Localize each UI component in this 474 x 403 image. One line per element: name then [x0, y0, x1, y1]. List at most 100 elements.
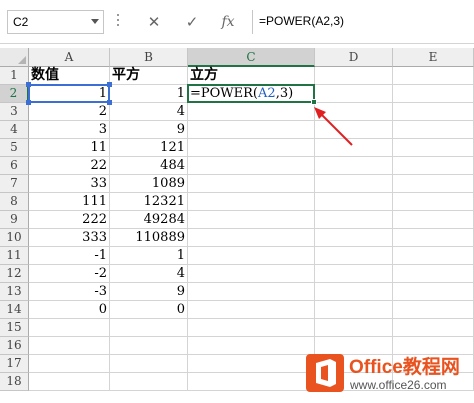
cell-e5[interactable]	[393, 139, 474, 157]
cell-d8[interactable]	[315, 193, 393, 211]
cell-b11[interactable]: 1	[110, 247, 188, 265]
cell-c7[interactable]	[188, 175, 315, 193]
cell-a7[interactable]: 33	[29, 175, 110, 193]
cell-a12[interactable]: -2	[29, 265, 110, 283]
cell-d13[interactable]	[315, 283, 393, 301]
cell-c1[interactable]: 立方	[188, 67, 315, 85]
cell-c3[interactable]	[188, 103, 315, 121]
cell-a14[interactable]: 0	[29, 301, 110, 319]
row-header-15[interactable]: 15	[0, 319, 29, 337]
formula-input[interactable]: =POWER(A2,3)	[252, 10, 474, 34]
cell-b13[interactable]: 9	[110, 283, 188, 301]
cell-a16[interactable]	[29, 337, 110, 355]
cell-e14[interactable]	[393, 301, 474, 319]
column-header-c[interactable]: C	[188, 48, 315, 67]
row-header-7[interactable]: 7	[0, 175, 29, 193]
cell-a1[interactable]: 数值	[29, 67, 110, 85]
cell-c10[interactable]	[188, 229, 315, 247]
row-header-16[interactable]: 16	[0, 337, 29, 355]
cell-a6[interactable]: 22	[29, 157, 110, 175]
row-header-13[interactable]: 13	[0, 283, 29, 301]
cell-a2[interactable]: 1	[29, 85, 110, 103]
cell-a15[interactable]	[29, 319, 110, 337]
cell-c8[interactable]	[188, 193, 315, 211]
cell-e9[interactable]	[393, 211, 474, 229]
cell-a3[interactable]: 2	[29, 103, 110, 121]
name-box[interactable]: C2	[7, 10, 104, 34]
cell-c4[interactable]	[188, 121, 315, 139]
cell-b3[interactable]: 4	[110, 103, 188, 121]
cell-b16[interactable]	[110, 337, 188, 355]
cell-b10[interactable]: 110889	[110, 229, 188, 247]
cell-e11[interactable]	[393, 247, 474, 265]
cell-d9[interactable]	[315, 211, 393, 229]
cell-c14[interactable]	[188, 301, 315, 319]
cell-e2[interactable]	[393, 85, 474, 103]
row-header-12[interactable]: 12	[0, 265, 29, 283]
row-header-9[interactable]: 9	[0, 211, 29, 229]
cell-e7[interactable]	[393, 175, 474, 193]
reference-handle-icon[interactable]	[107, 100, 112, 105]
cell-c18[interactable]	[188, 373, 315, 391]
cell-d6[interactable]	[315, 157, 393, 175]
cell-a9[interactable]: 222	[29, 211, 110, 229]
reference-handle-icon[interactable]	[26, 82, 31, 87]
cell-e1[interactable]	[393, 67, 474, 85]
cell-e13[interactable]	[393, 283, 474, 301]
cell-a8[interactable]: 111	[29, 193, 110, 211]
row-header-1[interactable]: 1	[0, 67, 29, 85]
cell-b18[interactable]	[110, 373, 188, 391]
column-header-d[interactable]: D	[315, 48, 393, 67]
row-header-18[interactable]: 18	[0, 373, 29, 391]
cell-c9[interactable]	[188, 211, 315, 229]
cell-d1[interactable]	[315, 67, 393, 85]
cell-a13[interactable]: -3	[29, 283, 110, 301]
row-header-4[interactable]: 4	[0, 121, 29, 139]
cell-a4[interactable]: 3	[29, 121, 110, 139]
cell-a10[interactable]: 333	[29, 229, 110, 247]
cell-c12[interactable]	[188, 265, 315, 283]
cell-e15[interactable]	[393, 319, 474, 337]
column-header-a[interactable]: A	[29, 48, 110, 67]
cell-c15[interactable]	[188, 319, 315, 337]
cell-b2[interactable]: 1	[110, 85, 188, 103]
insert-function-icon[interactable]: fx	[214, 10, 242, 34]
cell-e3[interactable]	[393, 103, 474, 121]
cell-a11[interactable]: -1	[29, 247, 110, 265]
cell-d2[interactable]	[315, 85, 393, 103]
cell-b12[interactable]: 4	[110, 265, 188, 283]
cell-e6[interactable]	[393, 157, 474, 175]
cell-b6[interactable]: 484	[110, 157, 188, 175]
cell-d12[interactable]	[315, 265, 393, 283]
cell-c11[interactable]	[188, 247, 315, 265]
enter-icon[interactable]: ✓	[178, 10, 206, 34]
reference-handle-icon[interactable]	[107, 82, 112, 87]
cell-d14[interactable]	[315, 301, 393, 319]
cell-b17[interactable]	[110, 355, 188, 373]
cell-b9[interactable]: 49284	[110, 211, 188, 229]
cell-c17[interactable]	[188, 355, 315, 373]
cell-a18[interactable]	[29, 373, 110, 391]
reference-handle-icon[interactable]	[26, 100, 31, 105]
cancel-icon[interactable]: ✕	[140, 10, 168, 34]
cell-d11[interactable]	[315, 247, 393, 265]
cell-b15[interactable]	[110, 319, 188, 337]
cell-b7[interactable]: 1089	[110, 175, 188, 193]
cell-d15[interactable]	[315, 319, 393, 337]
select-all-corner[interactable]	[0, 48, 29, 67]
chevron-down-icon[interactable]	[91, 19, 99, 24]
cell-b5[interactable]: 121	[110, 139, 188, 157]
column-header-e[interactable]: E	[393, 48, 474, 67]
row-header-17[interactable]: 17	[0, 355, 29, 373]
cell-b14[interactable]: 0	[110, 301, 188, 319]
row-header-6[interactable]: 6	[0, 157, 29, 175]
cell-b1[interactable]: 平方	[110, 67, 188, 85]
row-header-8[interactable]: 8	[0, 193, 29, 211]
cell-b4[interactable]: 9	[110, 121, 188, 139]
cell-c5[interactable]	[188, 139, 315, 157]
cell-a17[interactable]	[29, 355, 110, 373]
cell-c13[interactable]	[188, 283, 315, 301]
cell-d10[interactable]	[315, 229, 393, 247]
cell-b8[interactable]: 12321	[110, 193, 188, 211]
row-header-11[interactable]: 11	[0, 247, 29, 265]
